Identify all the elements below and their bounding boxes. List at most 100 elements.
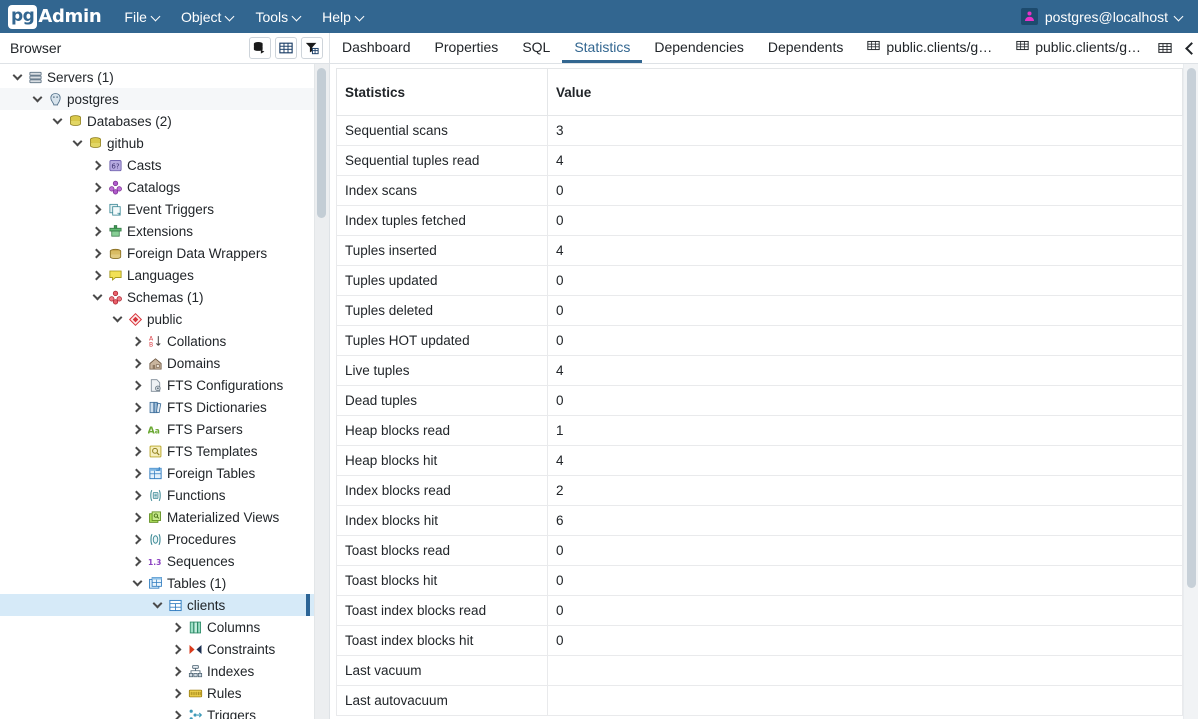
tree-item-catalogs[interactable]: Catalogs xyxy=(0,176,329,198)
chevron-right-icon[interactable] xyxy=(88,204,106,214)
tree-item-languages[interactable]: Languages xyxy=(0,264,329,286)
chevron-right-icon[interactable] xyxy=(168,710,186,719)
tab-properties[interactable]: Properties xyxy=(423,33,511,63)
chevron-right-icon[interactable] xyxy=(128,490,146,500)
filtered-rows-icon[interactable] xyxy=(301,37,323,59)
tree-item-clients[interactable]: clients xyxy=(0,594,329,616)
chevron-down-icon[interactable] xyxy=(28,92,46,103)
table-row[interactable]: Sequential tuples read 4 xyxy=(336,145,1183,176)
chevron-right-icon[interactable] xyxy=(128,556,146,566)
table-row[interactable]: Tuples deleted 0 xyxy=(336,295,1183,326)
chevron-right-icon[interactable] xyxy=(88,270,106,280)
menu-tools[interactable]: Tools xyxy=(246,4,311,30)
chevron-right-icon[interactable] xyxy=(128,512,146,522)
chevron-right-icon[interactable] xyxy=(168,622,186,632)
chevron-right-icon[interactable] xyxy=(128,424,146,434)
tree-item-fts-templates[interactable]: FTS Templates xyxy=(0,440,329,462)
tree-item-constraints[interactable]: Constraints xyxy=(0,638,329,660)
tab-dependents[interactable]: Dependents xyxy=(756,33,856,63)
menu-help[interactable]: Help xyxy=(313,4,374,30)
chevron-down-icon[interactable] xyxy=(128,576,146,587)
tree-item-collations[interactable]: A B Collations xyxy=(0,330,329,352)
tree-item-fts-dictionaries[interactable]: FTS Dictionaries xyxy=(0,396,329,418)
menu-object[interactable]: Object xyxy=(172,4,244,30)
tree-item-event-triggers[interactable]: Event Triggers xyxy=(0,198,329,220)
chevron-right-icon[interactable] xyxy=(128,534,146,544)
table-row[interactable]: Tuples updated 0 xyxy=(336,265,1183,296)
tree-item-github[interactable]: github xyxy=(0,132,329,154)
tree-item-foreign-tables[interactable]: Foreign Tables xyxy=(0,462,329,484)
chevron-right-icon[interactable] xyxy=(128,358,146,368)
chevron-left-icon[interactable] xyxy=(1179,35,1198,61)
table-row[interactable]: Toast index blocks read 0 xyxy=(336,595,1183,626)
chevron-right-icon[interactable] xyxy=(88,226,106,236)
tree-item-domains[interactable]: Domains xyxy=(0,352,329,374)
content-scrollbar-track[interactable] xyxy=(1183,64,1198,719)
tree-item-columns[interactable]: Columns xyxy=(0,616,329,638)
table-row[interactable]: Toast index blocks hit 0 xyxy=(336,625,1183,656)
table-row[interactable]: Live tuples 4 xyxy=(336,355,1183,386)
tree-item-casts[interactable]: 6? Casts xyxy=(0,154,329,176)
chevron-down-icon[interactable] xyxy=(108,312,126,323)
table-row[interactable]: Index blocks read 2 xyxy=(336,475,1183,506)
tree-item-tables-1[interactable]: Tables (1) xyxy=(0,572,329,594)
tree-item-fts-configurations[interactable]: FTS Configurations xyxy=(0,374,329,396)
grid-icon[interactable] xyxy=(1153,35,1177,61)
tab-data-output-2[interactable]: public.clients/g… xyxy=(1004,33,1153,63)
menu-file[interactable]: File xyxy=(115,4,170,30)
table-row[interactable]: Dead tuples 0 xyxy=(336,385,1183,416)
tree-item-foreign-data-wrappers[interactable]: Foreign Data Wrappers xyxy=(0,242,329,264)
table-row[interactable]: Index scans 0 xyxy=(336,175,1183,206)
table-row[interactable]: Heap blocks read 1 xyxy=(336,415,1183,446)
tab-sql[interactable]: SQL xyxy=(510,33,562,63)
chevron-right-icon[interactable] xyxy=(128,380,146,390)
chevron-right-icon[interactable] xyxy=(128,336,146,346)
user-menu[interactable]: postgres@localhost xyxy=(1020,8,1190,25)
table-row[interactable]: Last autovacuum xyxy=(336,685,1183,716)
table-row[interactable]: Index blocks hit 6 xyxy=(336,505,1183,536)
tree-item-procedures[interactable]: Procedures xyxy=(0,528,329,550)
tree-item-public[interactable]: public xyxy=(0,308,329,330)
column-header-value[interactable]: Value xyxy=(547,68,1183,116)
table-row[interactable]: Heap blocks hit 4 xyxy=(336,445,1183,476)
table-row[interactable]: Last vacuum xyxy=(336,655,1183,686)
tab-statistics[interactable]: Statistics xyxy=(562,33,643,63)
tree-item-triggers[interactable]: Triggers xyxy=(0,704,329,719)
sidebar-scrollbar-track[interactable] xyxy=(314,64,329,719)
tree-item-servers-1[interactable]: Servers (1) xyxy=(0,66,329,88)
table-row[interactable]: Index tuples fetched 0 xyxy=(336,205,1183,236)
chevron-right-icon[interactable] xyxy=(128,446,146,456)
chevron-right-icon[interactable] xyxy=(168,644,186,654)
chevron-right-icon[interactable] xyxy=(128,402,146,412)
chevron-right-icon[interactable] xyxy=(128,468,146,478)
tab-dependencies[interactable]: Dependencies xyxy=(642,33,756,63)
table-row[interactable]: Tuples HOT updated 0 xyxy=(336,325,1183,356)
tree-item-schemas-1[interactable]: Schemas (1) xyxy=(0,286,329,308)
tree-item-postgres[interactable]: postgres xyxy=(0,88,329,110)
query-tool-icon[interactable] xyxy=(249,37,271,59)
tree-item-rules[interactable]: Rules xyxy=(0,682,329,704)
table-row[interactable]: Tuples inserted 4 xyxy=(336,235,1183,266)
tree-item-functions[interactable]: Functions xyxy=(0,484,329,506)
tab-data-output-1[interactable]: public.clients/g… xyxy=(855,33,1004,63)
tree-item-fts-parsers[interactable]: Aa FTS Parsers xyxy=(0,418,329,440)
chevron-down-icon[interactable] xyxy=(88,290,106,301)
tree-item-sequences[interactable]: 1.3 Sequences xyxy=(0,550,329,572)
table-row[interactable]: Sequential scans 3 xyxy=(336,115,1183,146)
tree-item-materialized-views[interactable]: Materialized Views xyxy=(0,506,329,528)
chevron-down-icon[interactable] xyxy=(8,70,26,81)
tree-item-extensions[interactable]: Extensions xyxy=(0,220,329,242)
chevron-right-icon[interactable] xyxy=(168,688,186,698)
table-row[interactable]: Toast blocks read 0 xyxy=(336,535,1183,566)
tree-item-indexes[interactable]: Indexes xyxy=(0,660,329,682)
view-data-icon[interactable] xyxy=(275,37,297,59)
column-header-statistics[interactable]: Statistics xyxy=(336,68,548,116)
content-scrollbar-thumb[interactable] xyxy=(1187,68,1196,588)
chevron-down-icon[interactable] xyxy=(68,136,86,147)
chevron-right-icon[interactable] xyxy=(88,248,106,258)
chevron-right-icon[interactable] xyxy=(168,666,186,676)
chevron-down-icon[interactable] xyxy=(48,114,66,125)
chevron-right-icon[interactable] xyxy=(88,182,106,192)
chevron-right-icon[interactable] xyxy=(88,160,106,170)
tab-dashboard[interactable]: Dashboard xyxy=(330,33,423,63)
